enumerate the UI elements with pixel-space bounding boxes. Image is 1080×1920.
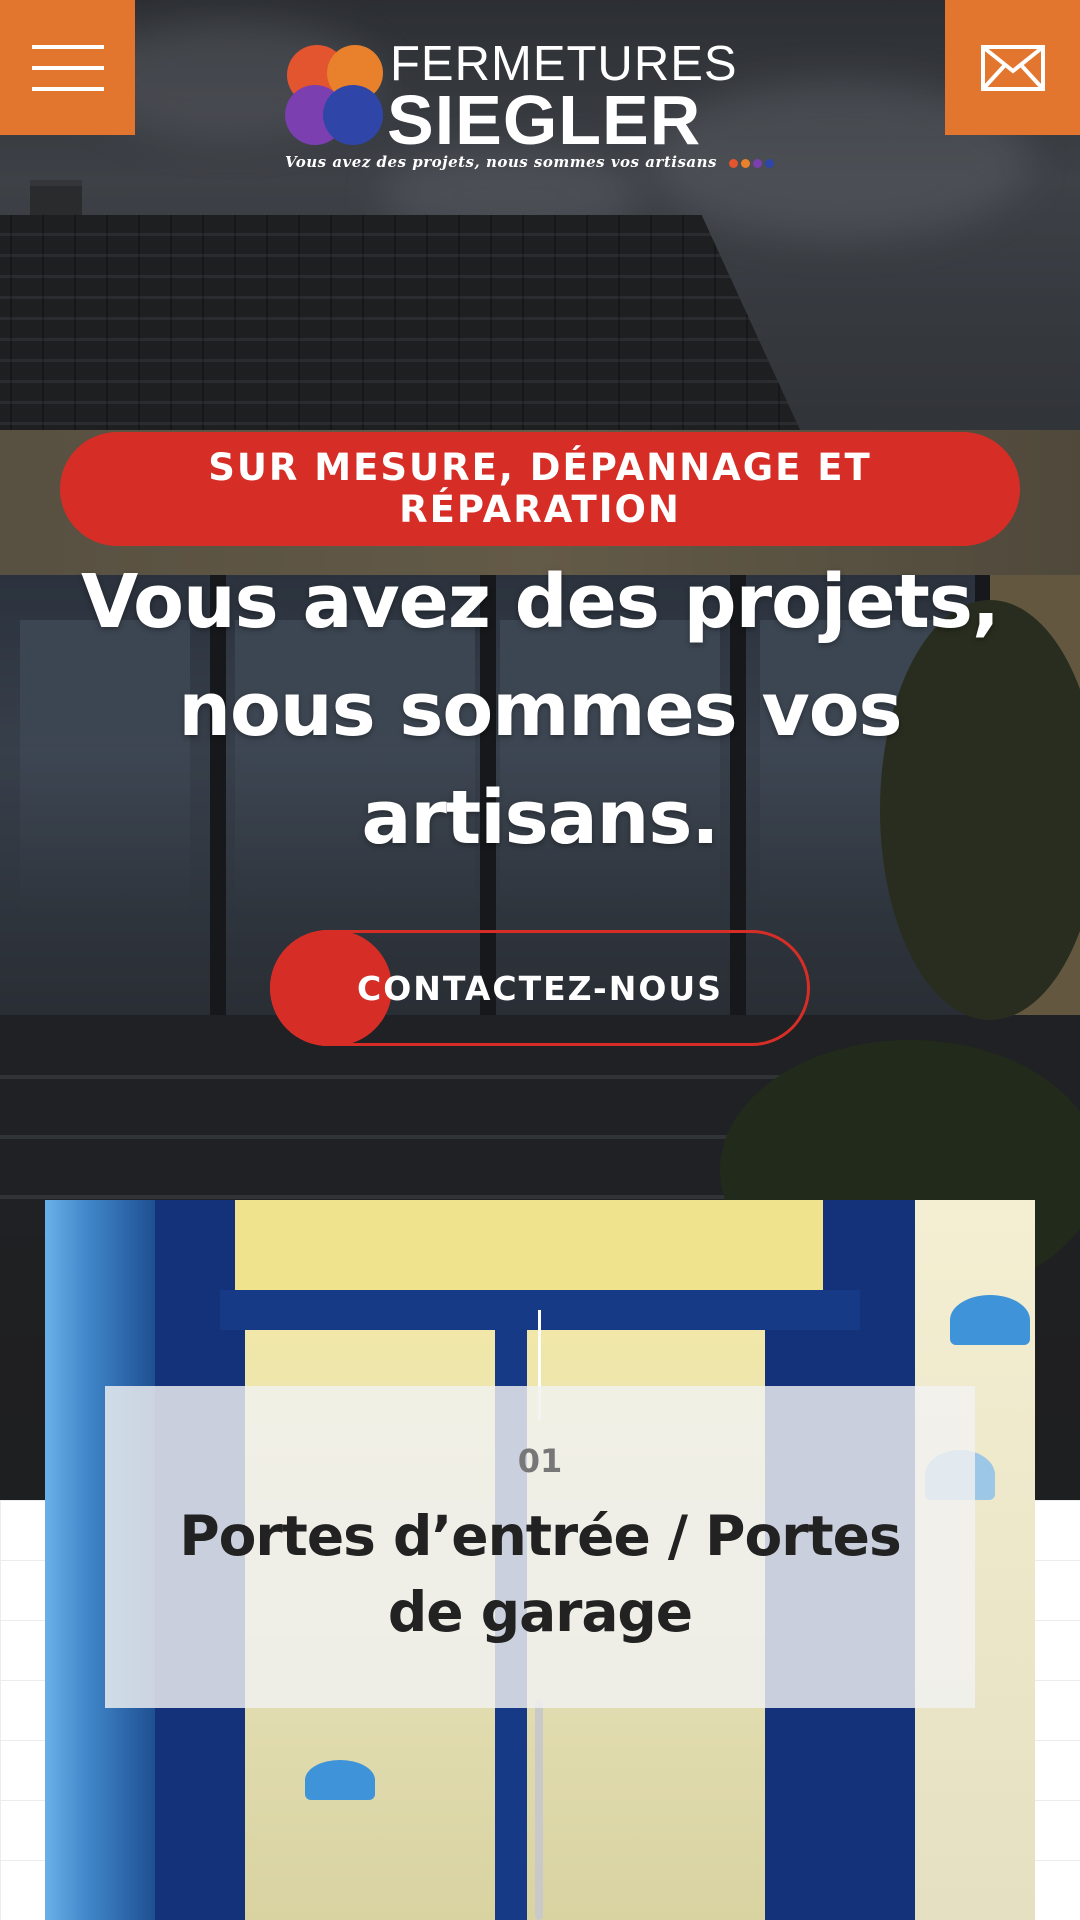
hero-headline: Vous avez des projets, nous sommes vos a…: [80, 559, 1000, 861]
door-handle: [535, 1700, 543, 1920]
service-card-number: 01: [517, 1442, 563, 1480]
logo-tagline: Vous avez des projets, nous sommes vos a…: [285, 153, 774, 171]
contact-us-button[interactable]: CONTACTEZ-NOUS: [270, 930, 810, 1046]
contact-us-label: CONTACTEZ-NOUS: [357, 968, 723, 1008]
service-badge: SUR MESURE, DÉPANNAGE ET RÉPARATION: [60, 432, 1020, 546]
logo-mark-icon: [285, 45, 383, 145]
service-card-title[interactable]: Portes d’entrée / Portes de garage: [140, 1498, 940, 1650]
tagline-dots-icon: [728, 158, 774, 168]
hamburger-icon: [31, 44, 104, 49]
menu-button[interactable]: [0, 0, 135, 135]
logo-text-siegler: SIEGLER: [387, 81, 702, 159]
envelope-icon: [980, 44, 1045, 91]
service-badge-label: SUR MESURE, DÉPANNAGE ET RÉPARATION: [208, 446, 872, 531]
site-logo[interactable]: FERMETURES SIEGLER Vous avez des projets…: [285, 38, 795, 178]
contact-mail-button[interactable]: [945, 0, 1080, 135]
